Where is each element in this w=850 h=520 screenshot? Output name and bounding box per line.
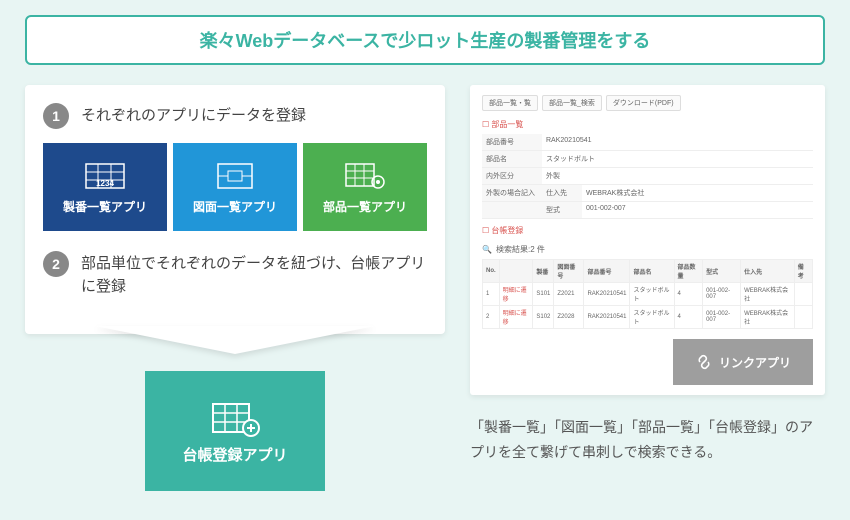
- table-header: [499, 260, 533, 283]
- table-header: 部品名: [630, 260, 674, 283]
- tile-label: 部品一覧アプリ: [323, 198, 407, 215]
- step-text: 部品単位でそれぞれのデータを紐づけ、台帳アプリに登録: [81, 251, 427, 298]
- table-cell: S101: [533, 283, 554, 306]
- table-header: 仕入先: [741, 260, 795, 283]
- kv-key: 内外区分: [482, 168, 542, 184]
- step-1: 1 それぞれのアプリにデータを登録: [43, 103, 427, 129]
- app-screenshot: 部品一覧・覧 部品一覧_検索 ダウンロード(PDF) ☐ 部品一覧 部品番号RA…: [470, 85, 825, 395]
- step-number-badge: 1: [43, 103, 69, 129]
- table-cell: 明細に遷移: [499, 306, 533, 329]
- search-result-count: 🔍検索結果:2 件: [482, 244, 813, 255]
- table-header: No.: [483, 260, 500, 283]
- table-cell: S102: [533, 306, 554, 329]
- spreadsheet-gear-icon: [344, 160, 386, 192]
- table-header: 図面番号: [554, 260, 584, 283]
- table-row[interactable]: 2明細に遷移S102Z2028RAK20210541スタッドボルト4001-00…: [483, 306, 813, 329]
- table-cell: 明細に遷移: [499, 283, 533, 306]
- kv-val: スタッドボルト: [542, 151, 813, 167]
- step-number-badge: 2: [43, 251, 69, 277]
- tile-label: 製番一覧アプリ: [63, 198, 147, 215]
- table-header: 型式: [703, 260, 741, 283]
- table-header: 備考: [794, 260, 812, 283]
- table-cell: 001-002-007: [703, 283, 741, 306]
- kv-key: 外製の場合記入: [482, 185, 542, 201]
- table-cell: 001-002-007: [703, 306, 741, 329]
- table-cell: Z2021: [554, 283, 584, 306]
- tile-label: 図面一覧アプリ: [193, 198, 277, 215]
- screenshot-tabs: 部品一覧・覧 部品一覧_検索 ダウンロード(PDF): [482, 95, 813, 111]
- left-column: 1 それぞれのアプリにデータを登録 1234 製番一覧アプリ 図面一覧アプリ 部…: [25, 85, 445, 491]
- table-cell: 4: [674, 306, 703, 329]
- table-cell: [794, 283, 812, 306]
- table-cell: WEBRAK株式会社: [741, 283, 795, 306]
- spreadsheet-plus-icon: [209, 398, 261, 438]
- table-cell: RAK20210541: [584, 306, 630, 329]
- table-header: 部品番号: [584, 260, 630, 283]
- tile-label: 台帳登録アプリ: [182, 444, 287, 465]
- svg-text:1234: 1234: [96, 179, 114, 188]
- ss-section-heading: ☐ 部品一覧: [482, 119, 813, 130]
- table-header: 部品数量: [674, 260, 703, 283]
- link-icon: [695, 353, 713, 371]
- detail-rows: 部品番号RAK20210541 部品名スタッドボルト 内外区分外製 外製の場合記…: [482, 134, 813, 219]
- table-header: 製番: [533, 260, 554, 283]
- table-cell: [794, 306, 812, 329]
- table-row[interactable]: 1明細に遷移S101Z2021RAK20210541スタッドボルト4001-00…: [483, 283, 813, 306]
- ss-tab[interactable]: ダウンロード(PDF): [606, 95, 681, 111]
- link-app-chip[interactable]: リンクアプリ: [673, 339, 813, 385]
- description-text: 「製番一覧」「図面一覧」「部品一覧」「台帳登録」のアプリを全て繋げて串刺しで検索…: [470, 415, 825, 465]
- kv-val: WEBRAK株式会社: [582, 185, 813, 201]
- results-table: No. 製番図面番号部品番号部品名部品数量型式仕入先備考 1明細に遷移S101Z2…: [482, 259, 813, 329]
- table-cell: Z2028: [554, 306, 584, 329]
- kv-key: 型式: [542, 202, 582, 218]
- table-cell: 1: [483, 283, 500, 306]
- table-cell: RAK20210541: [584, 283, 630, 306]
- page-title: 楽々Webデータベースで少ロット生産の製番管理をする: [25, 15, 825, 65]
- search-icon: 🔍: [482, 245, 492, 254]
- link-chip-label: リンクアプリ: [719, 354, 791, 371]
- step-text: それぞれのアプリにデータを登録: [81, 103, 306, 128]
- tile-parts-list[interactable]: 部品一覧アプリ: [303, 143, 427, 231]
- ledger-tile-wrap: 台帳登録アプリ: [25, 371, 445, 491]
- kv-key: 部品番号: [482, 134, 542, 150]
- table-cell: 2: [483, 306, 500, 329]
- ss-tab[interactable]: 部品一覧・覧: [482, 95, 538, 111]
- steps-card: 1 それぞれのアプリにデータを登録 1234 製番一覧アプリ 図面一覧アプリ 部…: [25, 85, 445, 334]
- kv-val: RAK20210541: [542, 134, 813, 150]
- app-tiles-row: 1234 製番一覧アプリ 図面一覧アプリ 部品一覧アプリ: [43, 143, 427, 231]
- table-cell: スタッドボルト: [630, 283, 674, 306]
- tile-seiban-list[interactable]: 1234 製番一覧アプリ: [43, 143, 167, 231]
- tile-ledger-register[interactable]: 台帳登録アプリ: [145, 371, 325, 491]
- spreadsheet-1234-icon: 1234: [84, 160, 126, 192]
- table-cell: スタッドボルト: [630, 306, 674, 329]
- kv-key: 部品名: [482, 151, 542, 167]
- arrow-down-icon: [95, 326, 375, 354]
- tile-drawing-list[interactable]: 図面一覧アプリ: [173, 143, 297, 231]
- blueprint-icon: [214, 160, 256, 192]
- kv-val: 外製: [542, 168, 813, 184]
- kv-val: 001-002-007: [582, 202, 813, 218]
- ss-tab[interactable]: 部品一覧_検索: [542, 95, 602, 111]
- kv-key: 仕入先: [542, 185, 582, 201]
- right-column: 部品一覧・覧 部品一覧_検索 ダウンロード(PDF) ☐ 部品一覧 部品番号RA…: [470, 85, 825, 491]
- ss-section-heading: ☐ 台帳登録: [482, 225, 813, 236]
- step-2: 2 部品単位でそれぞれのデータを紐づけ、台帳アプリに登録: [43, 251, 427, 298]
- table-cell: 4: [674, 283, 703, 306]
- main-columns: 1 それぞれのアプリにデータを登録 1234 製番一覧アプリ 図面一覧アプリ 部…: [25, 85, 825, 491]
- table-cell: WEBRAK株式会社: [741, 306, 795, 329]
